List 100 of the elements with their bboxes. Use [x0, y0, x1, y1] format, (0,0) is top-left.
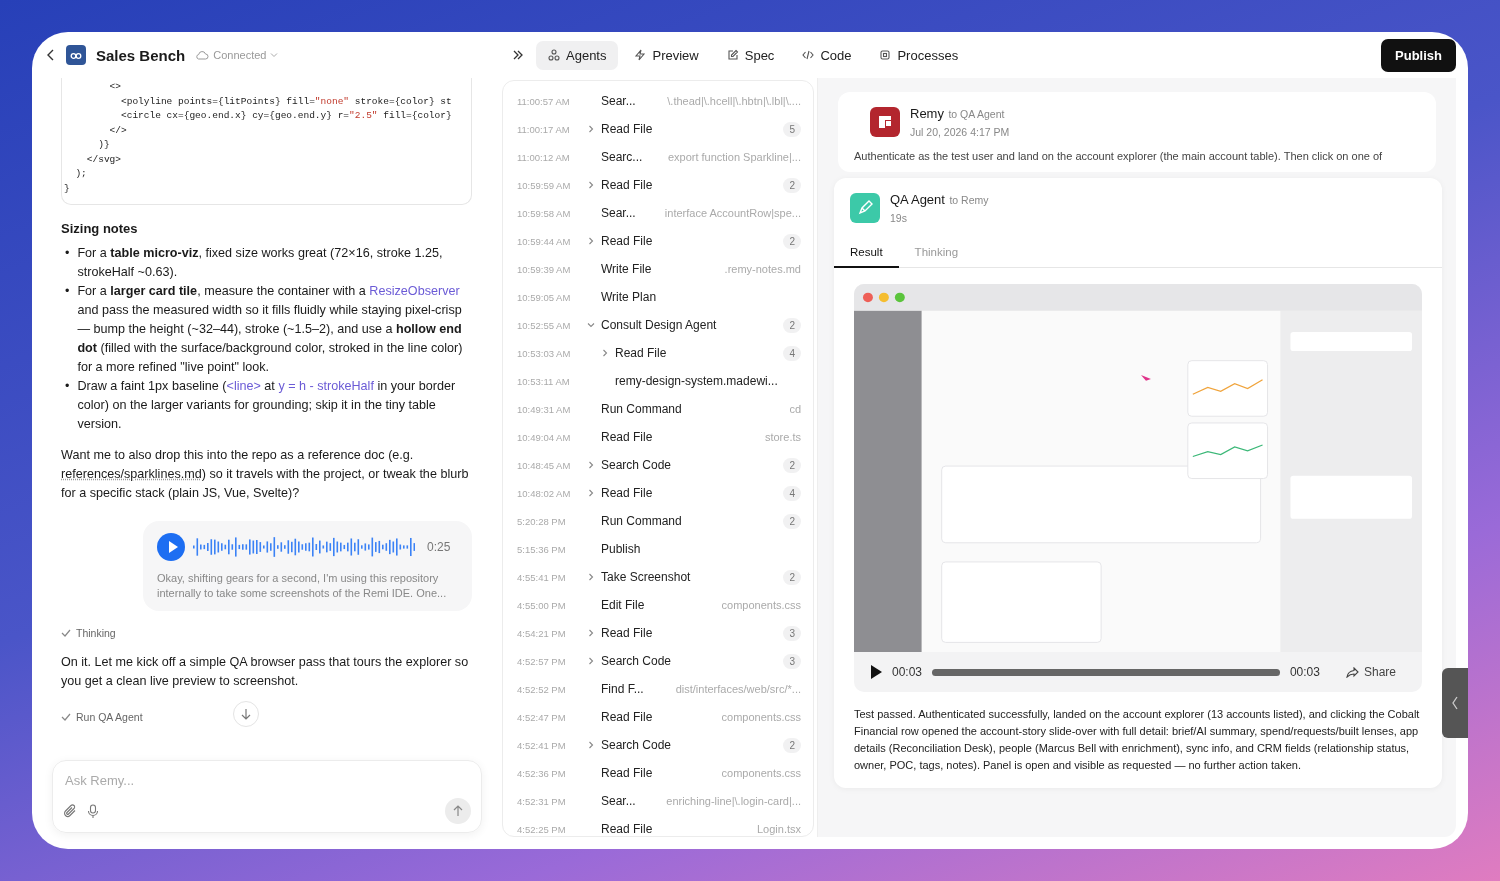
back-icon[interactable] — [46, 49, 56, 61]
nav-tab[interactable]: Preview — [622, 40, 711, 70]
activity-detail: \.thead|\.hcell|\.hbtn|\.lbl|\.... — [666, 95, 801, 107]
activity-item[interactable]: Search Code — [601, 738, 672, 752]
recipient: to Remy — [949, 194, 989, 206]
activity-item[interactable]: Write File — [601, 262, 652, 276]
activity-item[interactable]: Read File — [601, 766, 653, 780]
play-button[interactable] — [157, 533, 185, 561]
caret-icon — [270, 52, 279, 58]
activity-item[interactable]: Search Code — [601, 458, 672, 472]
arrow-down-icon — [240, 708, 251, 720]
total-time: 00:03 — [1289, 665, 1320, 679]
timestamp: 4:52:47 PM — [517, 711, 567, 723]
activity-item[interactable]: Read File — [601, 122, 653, 136]
section-heading: Sizing notes — [61, 221, 139, 236]
count-badge: 2 — [783, 457, 801, 473]
chip-icon — [879, 49, 892, 61]
publish-button[interactable]: Publish — [1381, 38, 1456, 72]
activity-item[interactable]: Read File — [601, 178, 653, 192]
activity-item[interactable]: Edit File — [601, 598, 645, 612]
activity-detail: Login.tsx — [755, 823, 801, 835]
video-progress[interactable] — [932, 668, 1280, 676]
nav-tab[interactable]: Processes — [867, 40, 971, 70]
share-icon — [1345, 666, 1359, 678]
remy-avatar-icon — [870, 107, 900, 137]
count-badge: 2 — [783, 569, 801, 585]
activity-item[interactable]: Read File — [601, 430, 653, 444]
activity-item[interactable]: Read File — [615, 346, 667, 360]
activity-item[interactable]: remy-design-system.madewi... — [615, 374, 778, 388]
message-text: Authenticate as the test user and land on the account explorer (the main account table). Then click on one of — [854, 149, 1384, 164]
activity-item[interactable]: Find F... — [601, 682, 644, 696]
nav-tab[interactable]: Spec — [714, 40, 787, 70]
timestamp: 10:59:39 AM — [517, 263, 572, 275]
chevron-icon[interactable] — [587, 237, 595, 245]
chevron-icon[interactable] — [587, 461, 595, 469]
expand-icon[interactable] — [512, 50, 524, 60]
sender-name: Remy — [910, 106, 944, 121]
step-toggle[interactable]: Thinking — [61, 627, 116, 639]
activity-item[interactable]: Publish — [601, 542, 641, 556]
activity-item[interactable]: Consult Design Agent — [601, 318, 717, 332]
link[interactable]: references/sparklines.md — [61, 467, 202, 481]
step-toggle[interactable]: Run QA Agent — [61, 711, 143, 723]
activity-item[interactable]: Read File — [601, 822, 653, 836]
microphone-icon[interactable] — [87, 803, 99, 819]
count-badge: 4 — [783, 485, 801, 501]
play-icon[interactable] — [870, 665, 882, 679]
timestamp: 5:20:28 PM — [517, 515, 567, 527]
panel-handle[interactable] — [1442, 668, 1468, 738]
activity-item[interactable]: Search Code — [601, 654, 672, 668]
activity-item[interactable]: Sear... — [601, 94, 636, 108]
timestamp: 10:59:44 AM — [517, 235, 572, 247]
activity-item[interactable]: Read File — [601, 486, 653, 500]
count-badge: 2 — [783, 317, 801, 333]
activity-item[interactable]: Searc... — [601, 150, 643, 164]
activity-item[interactable]: Write Plan — [601, 290, 657, 304]
chevron-icon[interactable] — [587, 125, 595, 133]
activity-item[interactable]: Sear... — [601, 794, 636, 808]
send-button[interactable] — [445, 798, 471, 824]
scroll-down-button[interactable] — [232, 701, 259, 727]
app-logo-icon — [66, 45, 86, 65]
activity-item[interactable]: Run Command — [601, 514, 682, 528]
chevron-icon[interactable] — [587, 657, 595, 665]
activity-item[interactable]: Take Screenshot — [601, 570, 691, 584]
timestamp: 4:54:21 PM — [517, 627, 567, 639]
nav-tab[interactable]: Agents — [536, 40, 619, 70]
agents-icon — [548, 49, 560, 61]
activity-item[interactable]: Read File — [601, 626, 653, 640]
attach-icon[interactable] — [63, 804, 77, 818]
chevron-icon[interactable] — [587, 489, 595, 497]
nav-tab[interactable]: Code — [790, 40, 864, 70]
timestamp: 4:55:41 PM — [517, 571, 567, 583]
chevron-icon[interactable] — [601, 349, 609, 357]
chevron-icon[interactable] — [587, 321, 595, 329]
arrow-up-icon — [453, 805, 463, 817]
timestamp: 11:00:17 AM — [517, 123, 571, 135]
timestamp: 4:52:57 PM — [517, 655, 567, 667]
activity-item[interactable]: Read File — [601, 234, 653, 248]
chevron-icon[interactable] — [587, 181, 595, 189]
count-badge: 4 — [783, 345, 801, 361]
count-badge: 3 — [783, 625, 801, 641]
timestamp: 10:59:59 AM — [517, 179, 572, 191]
bullet-text: For a table micro-viz, fixed size works great (72×16, stroke 1.25, strokeHalf ~0.63). — [77, 245, 444, 281]
activity-item[interactable]: Read File — [601, 710, 653, 724]
activity-item[interactable]: Run Command — [601, 402, 682, 416]
chevron-icon[interactable] — [587, 741, 595, 749]
timestamp: 4:52:41 PM — [517, 739, 567, 751]
code-block: <> <polyline points={litPoints} fill="none" stroke={color} st <circle cx={geo.end.x} cy={geo.end.y} r="2.5" fill={color} </> )} </svg> ); } — [61, 78, 472, 205]
chevron-icon[interactable] — [587, 573, 595, 581]
check-icon — [61, 629, 71, 637]
play-icon — [167, 541, 178, 553]
chevron-icon[interactable] — [587, 629, 595, 637]
code-icon — [802, 49, 815, 61]
timestamp: 10:48:02 AM — [517, 487, 572, 499]
result-tab[interactable]: Result — [834, 238, 899, 268]
share-button[interactable]: Share — [1339, 664, 1402, 680]
activity-item[interactable]: Sear... — [601, 206, 636, 220]
activity-detail: export function Sparkline|... — [666, 151, 801, 163]
project-title: Sales Bench — [96, 46, 186, 64]
message-text: On it. Let me kick off a simple QA browser pass that tours the explorer so you get a clean live preview to screenshot. — [61, 654, 470, 690]
timestamp: 5:15:36 PM — [517, 543, 567, 555]
